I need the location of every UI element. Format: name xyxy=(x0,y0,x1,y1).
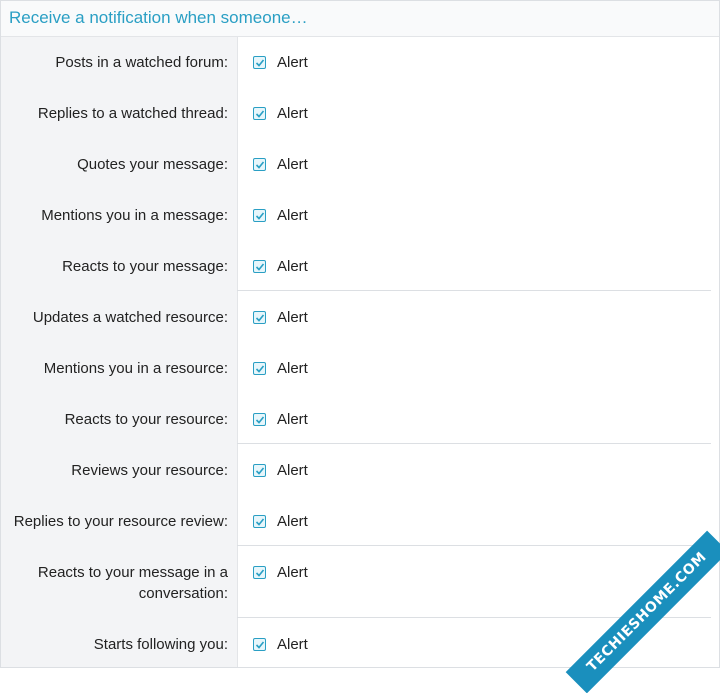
alert-label: Alert xyxy=(277,258,308,275)
watermark-banner: TECHIESHOME.COM xyxy=(565,530,720,693)
notification-preferences-panel: Receive a notification when someone… Pos… xyxy=(0,0,720,693)
row-label: Reacts to your message: xyxy=(62,258,228,275)
alert-checkbox[interactable]: Alert xyxy=(253,634,308,655)
alert-label: Alert xyxy=(277,564,308,581)
alert-checkbox[interactable]: Alert xyxy=(253,307,308,328)
alert-label: Alert xyxy=(277,309,308,326)
group-divider xyxy=(237,290,711,291)
checkbox-checked-icon xyxy=(253,413,266,426)
alert-checkbox[interactable]: Alert xyxy=(253,511,308,532)
alert-label: Alert xyxy=(277,54,308,71)
row-label: Updates a watched resource: xyxy=(32,309,228,326)
row-label: Quotes your message: xyxy=(77,156,228,173)
alert-checkbox[interactable]: Alert xyxy=(253,562,308,583)
alert-checkbox[interactable]: Alert xyxy=(253,103,308,124)
section-title: Receive a notification when someone… xyxy=(9,8,308,27)
row-label: Mentions you in a message: xyxy=(41,207,228,224)
checkbox-checked-icon xyxy=(253,311,266,324)
section-header: Receive a notification when someone… xyxy=(1,1,719,37)
row-label: Replies to your resource review: xyxy=(13,513,228,530)
alert-label: Alert xyxy=(277,636,308,653)
checkbox-checked-icon xyxy=(253,362,266,375)
checkbox-checked-icon xyxy=(253,56,266,69)
row-label: Reviews your resource: xyxy=(71,462,228,479)
checkbox-checked-icon xyxy=(253,515,266,528)
row-label: Replies to a watched thread: xyxy=(37,105,228,122)
checkbox-checked-icon xyxy=(253,107,266,120)
alert-checkbox[interactable]: Alert xyxy=(253,409,308,430)
checkbox-checked-icon xyxy=(253,158,266,171)
alert-checkbox[interactable]: Alert xyxy=(253,358,308,379)
alert-label: Alert xyxy=(277,462,308,479)
alert-checkbox[interactable]: Alert xyxy=(253,205,308,226)
alert-checkbox[interactable]: Alert xyxy=(253,52,308,73)
checkbox-checked-icon xyxy=(253,464,266,477)
alert-label: Alert xyxy=(277,513,308,530)
row-label: Starts following you: xyxy=(93,636,228,653)
row-label: Reacts to your message in a conversation… xyxy=(37,564,228,602)
checkbox-checked-icon xyxy=(253,260,266,273)
alert-label: Alert xyxy=(277,411,308,428)
group-divider xyxy=(237,545,711,546)
alert-label: Alert xyxy=(277,105,308,122)
alert-checkbox[interactable]: Alert xyxy=(253,154,308,175)
checkbox-checked-icon xyxy=(253,638,266,651)
group-divider xyxy=(237,443,711,444)
alert-label: Alert xyxy=(277,156,308,173)
alert-label: Alert xyxy=(277,207,308,224)
alert-checkbox[interactable]: Alert xyxy=(253,460,308,481)
alert-label: Alert xyxy=(277,360,308,377)
checkbox-checked-icon xyxy=(253,566,266,579)
alert-checkbox[interactable]: Alert xyxy=(253,256,308,277)
row-label: Reacts to your resource: xyxy=(64,411,228,428)
row-label: Posts in a watched forum: xyxy=(55,54,228,71)
row-label: Mentions you in a resource: xyxy=(43,360,228,377)
checkbox-checked-icon xyxy=(253,209,266,222)
